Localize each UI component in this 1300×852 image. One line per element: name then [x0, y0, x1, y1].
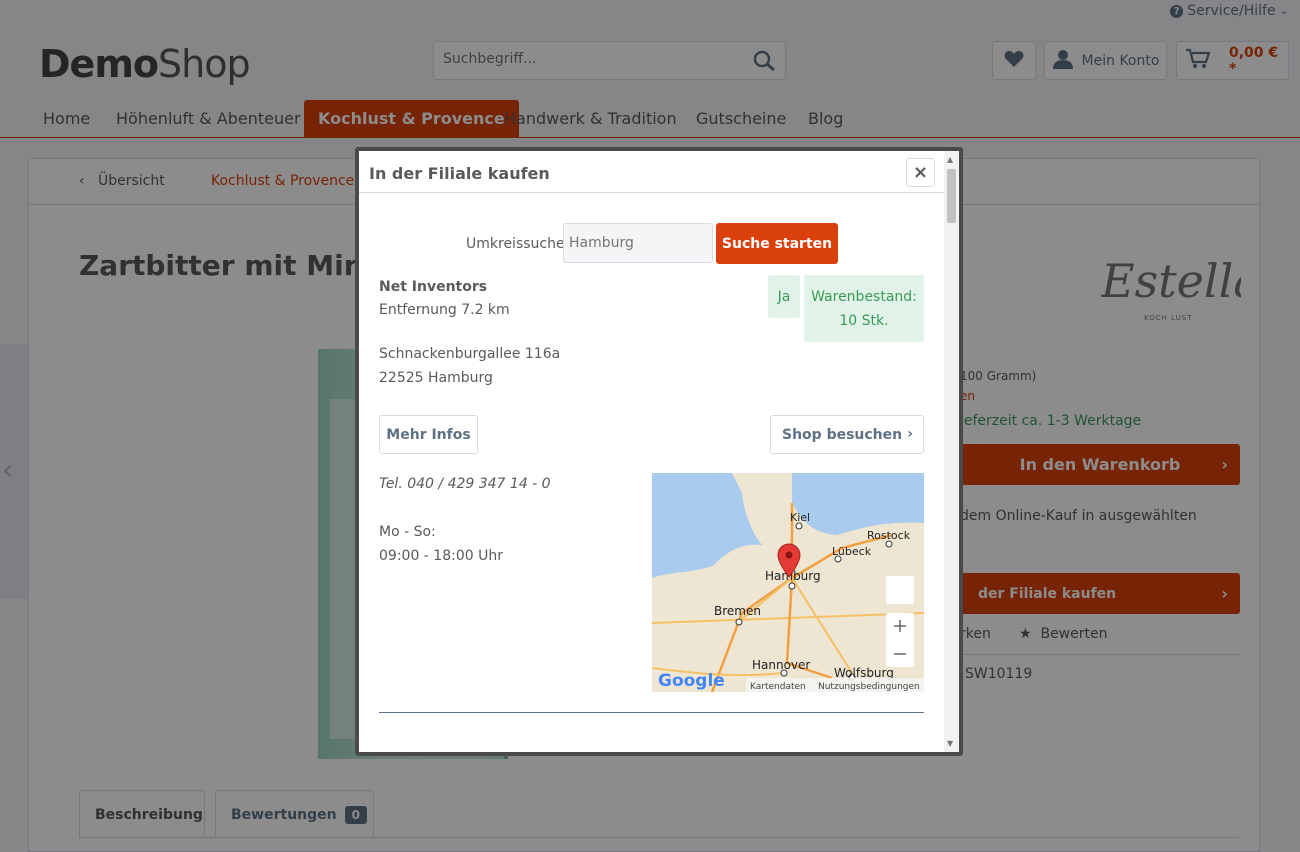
map-label-luebeck: Lübeck — [832, 545, 872, 558]
scrollbar-thumb[interactable] — [947, 169, 956, 223]
stock-label: Warenbestand: — [811, 288, 917, 305]
scroll-up-icon[interactable]: ▲ — [947, 155, 953, 164]
stock-value: 10 Stk. — [839, 312, 889, 329]
map-fullscreen-control — [886, 576, 914, 604]
store-modal: In der Filiale kaufen × Umkreissuche Suc… — [355, 147, 963, 756]
store-name: Net Inventors — [379, 279, 488, 295]
modal-scrollbar[interactable]: ▲ ▼ — [944, 151, 959, 752]
map-label-kiel: Kiel — [790, 511, 810, 524]
chevron-right-icon: › — [907, 426, 913, 442]
radius-search-label: Umkreissuche — [466, 236, 565, 252]
visit-shop-button[interactable]: Shop besuchen › — [770, 415, 924, 454]
close-icon: × — [912, 162, 929, 183]
store-phone: Tel. 040 / 429 347 14 - 0 — [379, 476, 551, 492]
more-info-button[interactable]: Mehr Infos — [379, 415, 478, 454]
start-search-button[interactable]: Suche starten — [716, 223, 838, 264]
modal-header: In der Filiale kaufen × — [359, 151, 959, 193]
map-data-link: Kartendaten — [750, 682, 806, 692]
map-label-wolfsburg: Wolfsburg — [834, 666, 894, 680]
visit-shop-label: Shop besuchen — [782, 426, 903, 443]
modal-title: In der Filiale kaufen — [369, 164, 550, 183]
scroll-down-icon[interactable]: ▼ — [947, 739, 953, 748]
stock-badge: Warenbestand: 10 Stk. — [804, 275, 924, 342]
availability-badge: Ja — [768, 275, 800, 318]
store-city: 22525 Hamburg — [379, 370, 493, 386]
map-label-bremen: Bremen — [714, 604, 761, 618]
opening-hours: 09:00 - 18:00 Uhr — [379, 548, 503, 564]
map-label-rostock: Rostock — [867, 529, 911, 542]
store-map[interactable]: Kiel Rostock Lübeck Hamburg Bremen Hanno… — [652, 473, 924, 692]
store-divider — [379, 712, 924, 713]
map-label-hannover: Hannover — [752, 658, 810, 672]
map-terms-link: Nutzungsbedingungen — [818, 682, 920, 692]
radius-search-input[interactable] — [563, 223, 713, 263]
close-button[interactable]: × — [906, 158, 935, 187]
store-distance: Entfernung 7.2 km — [379, 302, 510, 318]
store-street: Schnackenburgallee 116a — [379, 346, 561, 362]
opening-hours-label: Mo - So: — [379, 524, 436, 540]
google-logo: Google — [658, 671, 725, 691]
